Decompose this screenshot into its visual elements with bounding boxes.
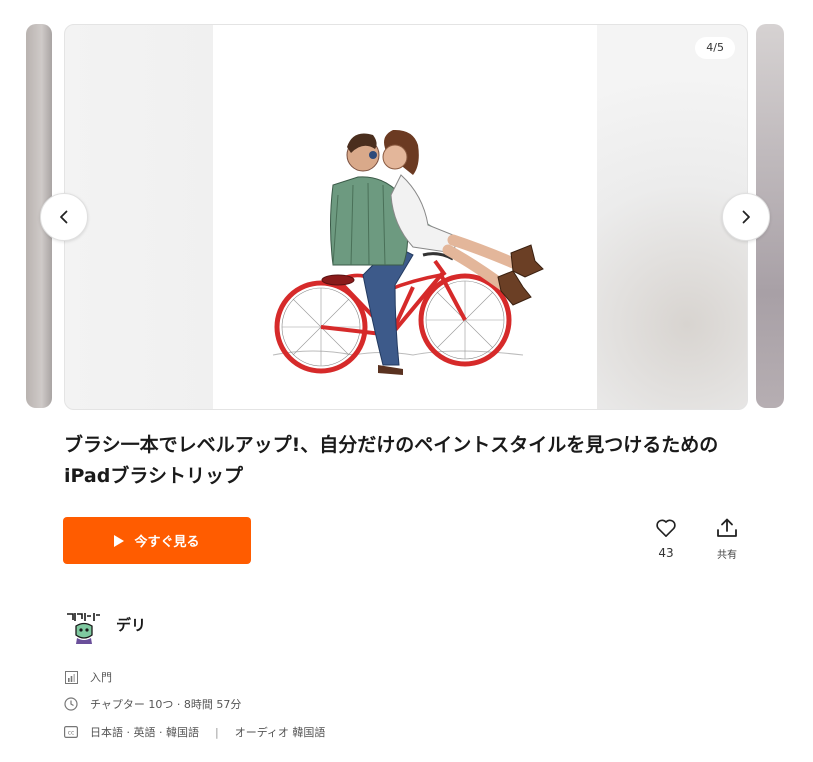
slide-counter: 4/5 bbox=[695, 37, 735, 59]
carousel-prev-button[interactable] bbox=[40, 193, 88, 241]
creator-avatar[interactable] bbox=[64, 604, 104, 644]
chapters-text: チャプター 10つ · 8時間 57分 bbox=[90, 698, 242, 711]
like-button[interactable]: 43 bbox=[648, 518, 684, 560]
chevron-left-icon bbox=[60, 210, 68, 224]
creator-info[interactable]: デリ bbox=[64, 604, 146, 644]
heart-icon bbox=[656, 519, 676, 537]
audio-language: オーディオ 韓国語 bbox=[234, 726, 326, 739]
level-text: 入門 bbox=[90, 671, 112, 684]
play-icon bbox=[114, 534, 125, 547]
course-title: ブラシ一本でレベルアップ!、自分だけのペイントスタイルを見つけるためのiPadブ… bbox=[64, 434, 719, 487]
course-level: 入門 bbox=[64, 669, 112, 685]
like-count: 43 bbox=[658, 546, 674, 560]
woman-figure bbox=[382, 129, 544, 306]
watch-now-label: 今すぐ見る bbox=[134, 535, 200, 550]
creator-name[interactable]: デリ bbox=[116, 614, 146, 635]
bar-chart-icon bbox=[64, 670, 78, 684]
meta-separator: | bbox=[214, 725, 219, 739]
carousel-next-button[interactable] bbox=[722, 193, 770, 241]
watch-now-button[interactable]: 今すぐ見る bbox=[63, 517, 251, 564]
course-duration: チャプター 10つ · 8時間 57分 bbox=[64, 696, 241, 712]
clock-icon bbox=[64, 697, 78, 711]
closed-caption-icon: cc bbox=[64, 725, 78, 739]
share-label: 共有 bbox=[717, 550, 737, 561]
subtitle-languages: 日本語 · 英語 · 韓国語 bbox=[90, 726, 199, 739]
share-button[interactable]: 共有 bbox=[709, 518, 745, 561]
man-figure bbox=[330, 133, 441, 375]
course-languages: cc 日本語 · 英語 · 韓国語 | オーディオ 韓国語 bbox=[64, 724, 325, 740]
share-icon bbox=[717, 518, 737, 537]
course-thumbnail-illustration bbox=[213, 25, 597, 409]
chevron-right-icon bbox=[742, 210, 750, 224]
svg-text:cc: cc bbox=[68, 730, 75, 737]
carousel-slide: 4/5 bbox=[64, 24, 748, 410]
